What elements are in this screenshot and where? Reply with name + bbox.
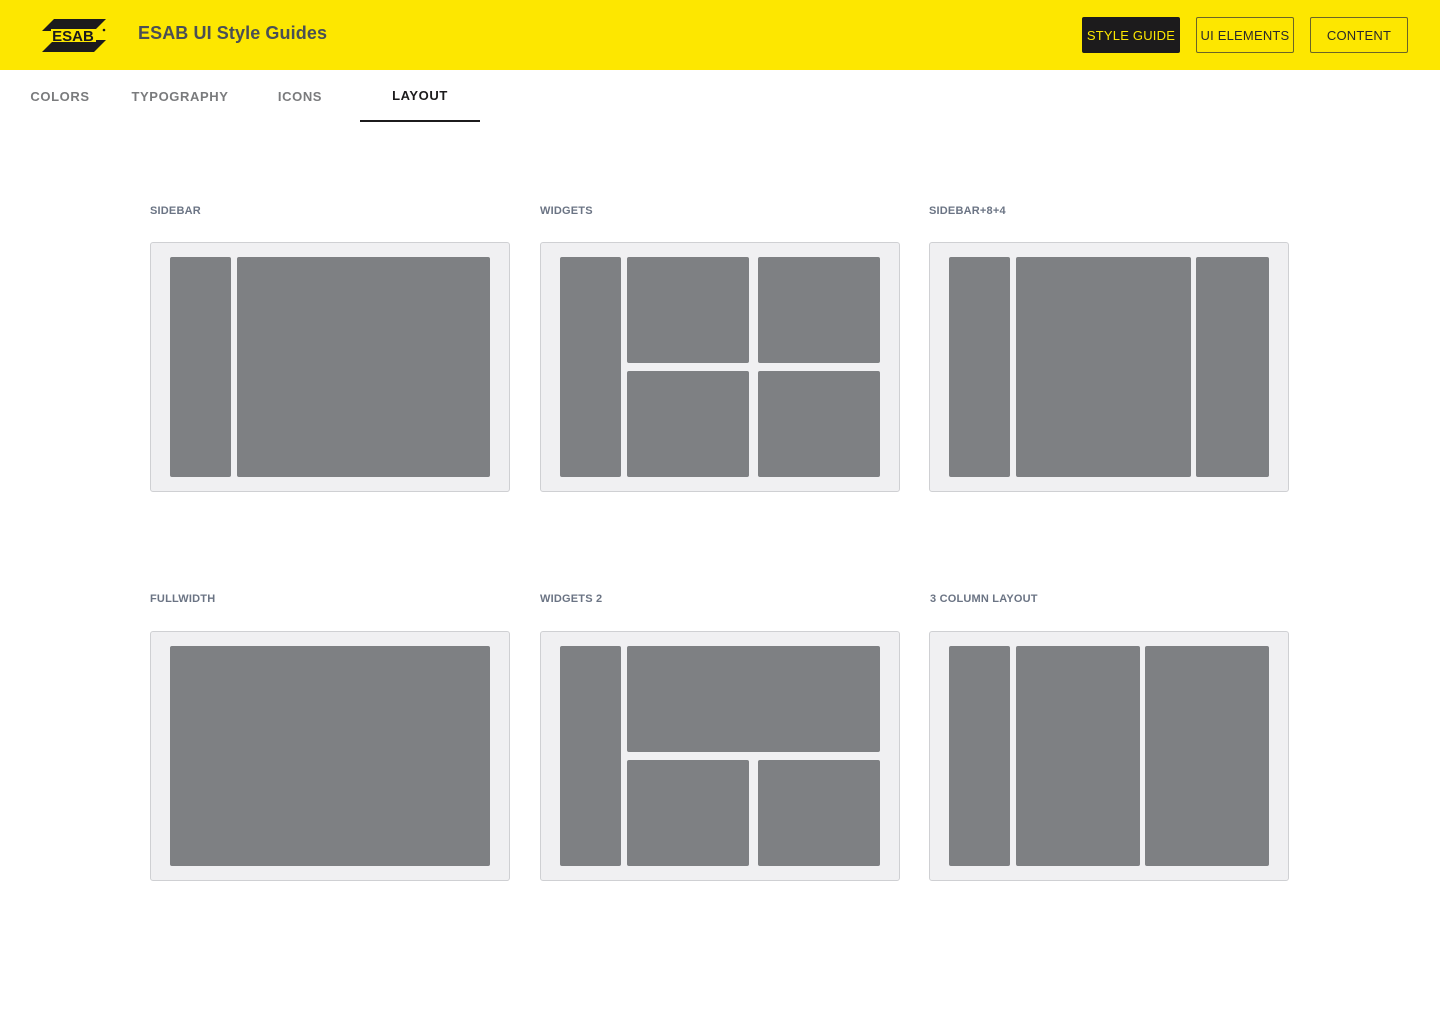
layout-block-sidebar (170, 257, 231, 477)
layout-card-fullwidth[interactable] (150, 631, 510, 881)
layout-block-main (237, 257, 490, 477)
layout-block-sidebar (949, 257, 1010, 477)
layout-block-sidebar (560, 257, 621, 477)
layout-label-3-column: 3 COLUMN LAYOUT (930, 593, 1038, 605)
section-tabs: COLORS TYPOGRAPHY ICONS LAYOUT (0, 70, 1440, 122)
layout-card-sidebar-8-4[interactable] (929, 242, 1289, 492)
layout-block-widget-wide (627, 646, 880, 752)
layout-block-widget (627, 371, 749, 477)
layout-block-main (1016, 257, 1191, 477)
layout-block-aside (1196, 257, 1269, 477)
layout-label-sidebar: SIDEBAR (150, 205, 201, 217)
tab-typography[interactable]: TYPOGRAPHY (120, 70, 240, 122)
layout-card-widgets[interactable] (540, 242, 900, 492)
layout-label-fullwidth: FULLWIDTH (150, 593, 216, 605)
esab-logo-icon[interactable]: ESAB (42, 17, 108, 54)
style-guide-button[interactable]: STYLE GUIDE (1082, 17, 1180, 53)
layout-block-column (1016, 646, 1140, 866)
layout-card-3-column[interactable] (929, 631, 1289, 881)
layout-label-widgets-2: WIDGETS 2 (540, 593, 603, 605)
layout-label-widgets: WIDGETS (540, 205, 593, 217)
tab-layout[interactable]: LAYOUT (360, 70, 480, 122)
layout-block-sidebar (560, 646, 621, 866)
layout-block-column (1145, 646, 1269, 866)
content-button[interactable]: CONTENT (1310, 17, 1408, 53)
layout-card-widgets-2[interactable] (540, 631, 900, 881)
layout-block-sidebar (949, 646, 1010, 866)
svg-text:ESAB: ESAB (52, 28, 94, 45)
ui-elements-button[interactable]: UI ELEMENTS (1196, 17, 1294, 53)
layout-block-widget (758, 760, 880, 866)
layout-block-widget (758, 257, 880, 363)
top-bar: ESAB ESAB UI Style Guides STYLE GUIDE UI… (0, 0, 1440, 70)
layout-block-main (170, 646, 490, 866)
app-title: ESAB UI Style Guides (138, 23, 328, 43)
tab-colors[interactable]: COLORS (20, 70, 100, 122)
layout-label-sidebar-8-4: SIDEBAR+8+4 (929, 205, 1006, 217)
layout-card-sidebar[interactable] (150, 242, 510, 492)
layout-block-widget (627, 257, 749, 363)
tab-icons[interactable]: ICONS (260, 70, 340, 122)
layout-block-widget (758, 371, 880, 477)
layout-block-widget (627, 760, 749, 866)
